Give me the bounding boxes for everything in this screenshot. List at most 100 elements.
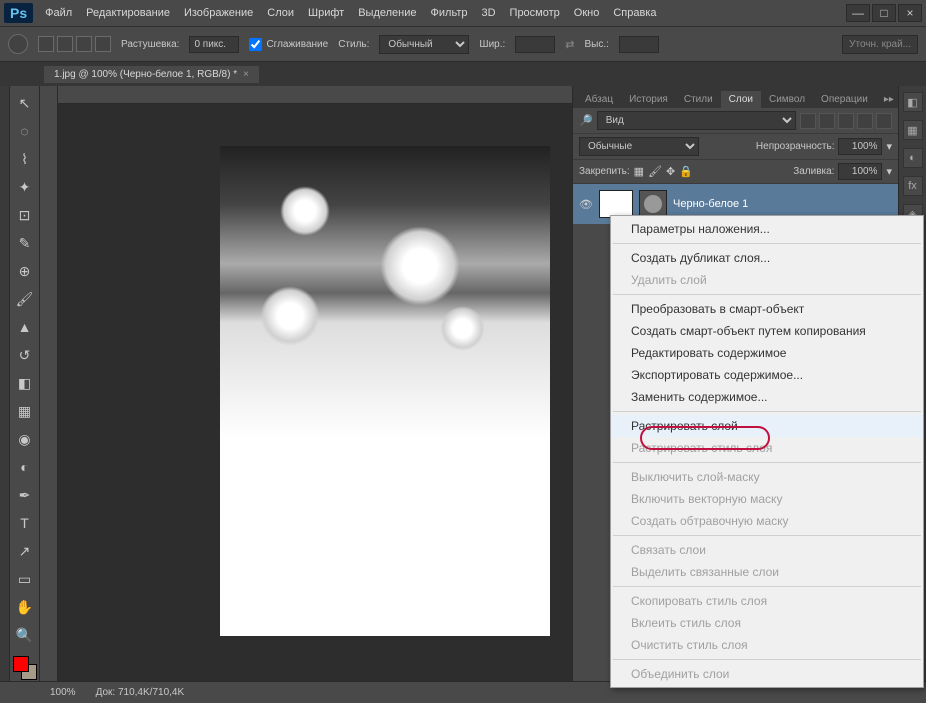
lock-all-icon[interactable]: 🔒 — [679, 165, 693, 178]
dock-color-icon[interactable]: ◧ — [903, 92, 923, 112]
menu-help[interactable]: Справка — [613, 7, 656, 19]
fill-dropdown-icon[interactable]: ▾ — [886, 165, 892, 178]
opacity-dropdown-icon[interactable]: ▾ — [886, 140, 892, 153]
menu-select[interactable]: Выделение — [358, 7, 416, 19]
move-tool[interactable]: ↖ — [14, 92, 36, 114]
crop-tool[interactable]: ⊡ — [14, 204, 36, 226]
ruler-vertical[interactable] — [40, 86, 58, 681]
healing-tool[interactable]: ⊕ — [14, 260, 36, 282]
menu-3d[interactable]: 3D — [481, 7, 495, 19]
blur-tool[interactable]: ◉ — [14, 428, 36, 450]
document-canvas[interactable] — [220, 146, 550, 636]
cm-export-contents[interactable]: Экспортировать содержимое... — [611, 364, 923, 386]
options-bar: Растушевка: Сглаживание Стиль: Обычный Ш… — [0, 26, 926, 62]
swap-wh-icon[interactable]: ⇄ — [565, 38, 574, 51]
document-tab[interactable]: 1.jpg @ 100% (Черно-белое 1, RGB/8) * × — [44, 66, 259, 83]
path-tool[interactable]: ↗ — [14, 540, 36, 562]
wand-tool[interactable]: ✦ — [14, 176, 36, 198]
cm-separator — [613, 243, 921, 244]
fill-input[interactable] — [838, 163, 882, 180]
visibility-icon[interactable]: 👁 — [579, 198, 593, 211]
menu-type[interactable]: Шрифт — [308, 7, 344, 19]
tab-layers[interactable]: Слои — [721, 91, 761, 108]
hand-tool[interactable]: ✋ — [14, 596, 36, 618]
tab-actions[interactable]: Операции — [813, 91, 876, 108]
doc-tab-close-icon[interactable]: × — [243, 69, 249, 80]
menu-filter[interactable]: Фильтр — [431, 7, 468, 19]
brush-tool[interactable]: 🖌 — [14, 288, 36, 310]
eyedropper-tool[interactable]: ✎ — [14, 232, 36, 254]
antialias-checkbox[interactable] — [249, 38, 262, 51]
lock-label: Закрепить: — [579, 166, 630, 177]
dodge-tool[interactable]: ◐ — [14, 456, 36, 478]
left-collapse-strip[interactable] — [0, 86, 10, 681]
marquee-new-icon[interactable] — [38, 36, 54, 52]
cm-convert-smart[interactable]: Преобразовать в смарт-объект — [611, 298, 923, 320]
layer-name[interactable]: Черно-белое 1 — [673, 198, 748, 210]
cm-duplicate-layer[interactable]: Создать дубликат слоя... — [611, 247, 923, 269]
close-button[interactable]: × — [898, 4, 922, 22]
menu-view[interactable]: Просмотр — [510, 7, 560, 19]
stamp-tool[interactable]: ▲ — [14, 316, 36, 338]
width-input[interactable] — [515, 36, 555, 53]
ruler-horizontal[interactable] — [58, 86, 572, 104]
tab-styles[interactable]: Стили — [676, 91, 721, 108]
refine-edge-button[interactable]: Уточн. край... — [842, 35, 918, 54]
tab-history[interactable]: История — [621, 91, 676, 108]
filter-pixel-icon[interactable] — [800, 113, 816, 129]
height-input[interactable] — [619, 36, 659, 53]
marquee-intersect-icon[interactable] — [95, 36, 111, 52]
filter-shape-icon[interactable] — [857, 113, 873, 129]
tab-paragraph[interactable]: Абзац — [577, 91, 621, 108]
lock-pixels-icon[interactable]: 🖌 — [648, 165, 662, 178]
cm-replace-contents[interactable]: Заменить содержимое... — [611, 386, 923, 408]
tab-symbol[interactable]: Символ — [761, 91, 813, 108]
menu-image[interactable]: Изображение — [184, 7, 253, 19]
eraser-tool[interactable]: ◧ — [14, 372, 36, 394]
doc-info[interactable]: Док: 710,4K/710,4K — [96, 687, 185, 698]
menu-window[interactable]: Окно — [574, 7, 600, 19]
dock-styles-icon[interactable]: fx — [903, 176, 923, 196]
foreground-color[interactable] — [13, 656, 29, 672]
history-brush-tool[interactable]: ↺ — [14, 344, 36, 366]
marquee-subtract-icon[interactable] — [76, 36, 92, 52]
lock-position-icon[interactable]: ✥ — [666, 165, 675, 178]
cm-rasterize-layer[interactable]: Растрировать слой — [611, 415, 923, 437]
filter-smart-icon[interactable] — [876, 113, 892, 129]
layer-thumb[interactable] — [599, 190, 633, 218]
lock-trans-icon[interactable]: ▦ — [634, 165, 644, 178]
shape-tool[interactable]: ▭ — [14, 568, 36, 590]
menu-file[interactable]: Файл — [45, 7, 72, 19]
menu-layer[interactable]: Слои — [267, 7, 294, 19]
tool-preset-icon[interactable] — [8, 34, 28, 54]
maximize-button[interactable]: □ — [872, 4, 896, 22]
menu-edit[interactable]: Редактирование — [86, 7, 170, 19]
cm-edit-contents[interactable]: Редактировать содержимое — [611, 342, 923, 364]
zoom-tool[interactable]: 🔍 — [14, 624, 36, 646]
antialias-label: Сглаживание — [266, 39, 328, 50]
lasso-tool[interactable]: ⌇ — [14, 148, 36, 170]
cm-blending-options[interactable]: Параметры наложения... — [611, 218, 923, 240]
type-tool[interactable]: T — [14, 512, 36, 534]
layer-mask-thumb[interactable] — [639, 190, 667, 218]
zoom-level[interactable]: 100% — [50, 687, 76, 698]
style-select[interactable]: Обычный — [379, 35, 469, 54]
dock-swatches-icon[interactable]: ▦ — [903, 120, 923, 140]
style-label: Стиль: — [338, 39, 369, 50]
cm-separator — [613, 411, 921, 412]
marquee-tool[interactable]: ◌ — [14, 120, 36, 142]
color-swatches[interactable] — [13, 656, 37, 680]
dock-adjustments-icon[interactable]: ◐ — [903, 148, 923, 168]
minimize-button[interactable]: — — [846, 4, 870, 22]
cm-new-smart-copy[interactable]: Создать смарт-объект путем копирования — [611, 320, 923, 342]
opacity-input[interactable] — [838, 138, 882, 155]
cm-paste-style: Вклеить стиль слоя — [611, 612, 923, 634]
pen-tool[interactable]: ✒ — [14, 484, 36, 506]
filter-type-icon[interactable] — [838, 113, 854, 129]
gradient-tool[interactable]: ▦ — [14, 400, 36, 422]
marquee-add-icon[interactable] — [57, 36, 73, 52]
filter-adjust-icon[interactable] — [819, 113, 835, 129]
layer-filter-select[interactable]: Вид — [597, 111, 796, 130]
blend-mode-select[interactable]: Обычные — [579, 137, 699, 156]
feather-input[interactable] — [189, 36, 239, 53]
